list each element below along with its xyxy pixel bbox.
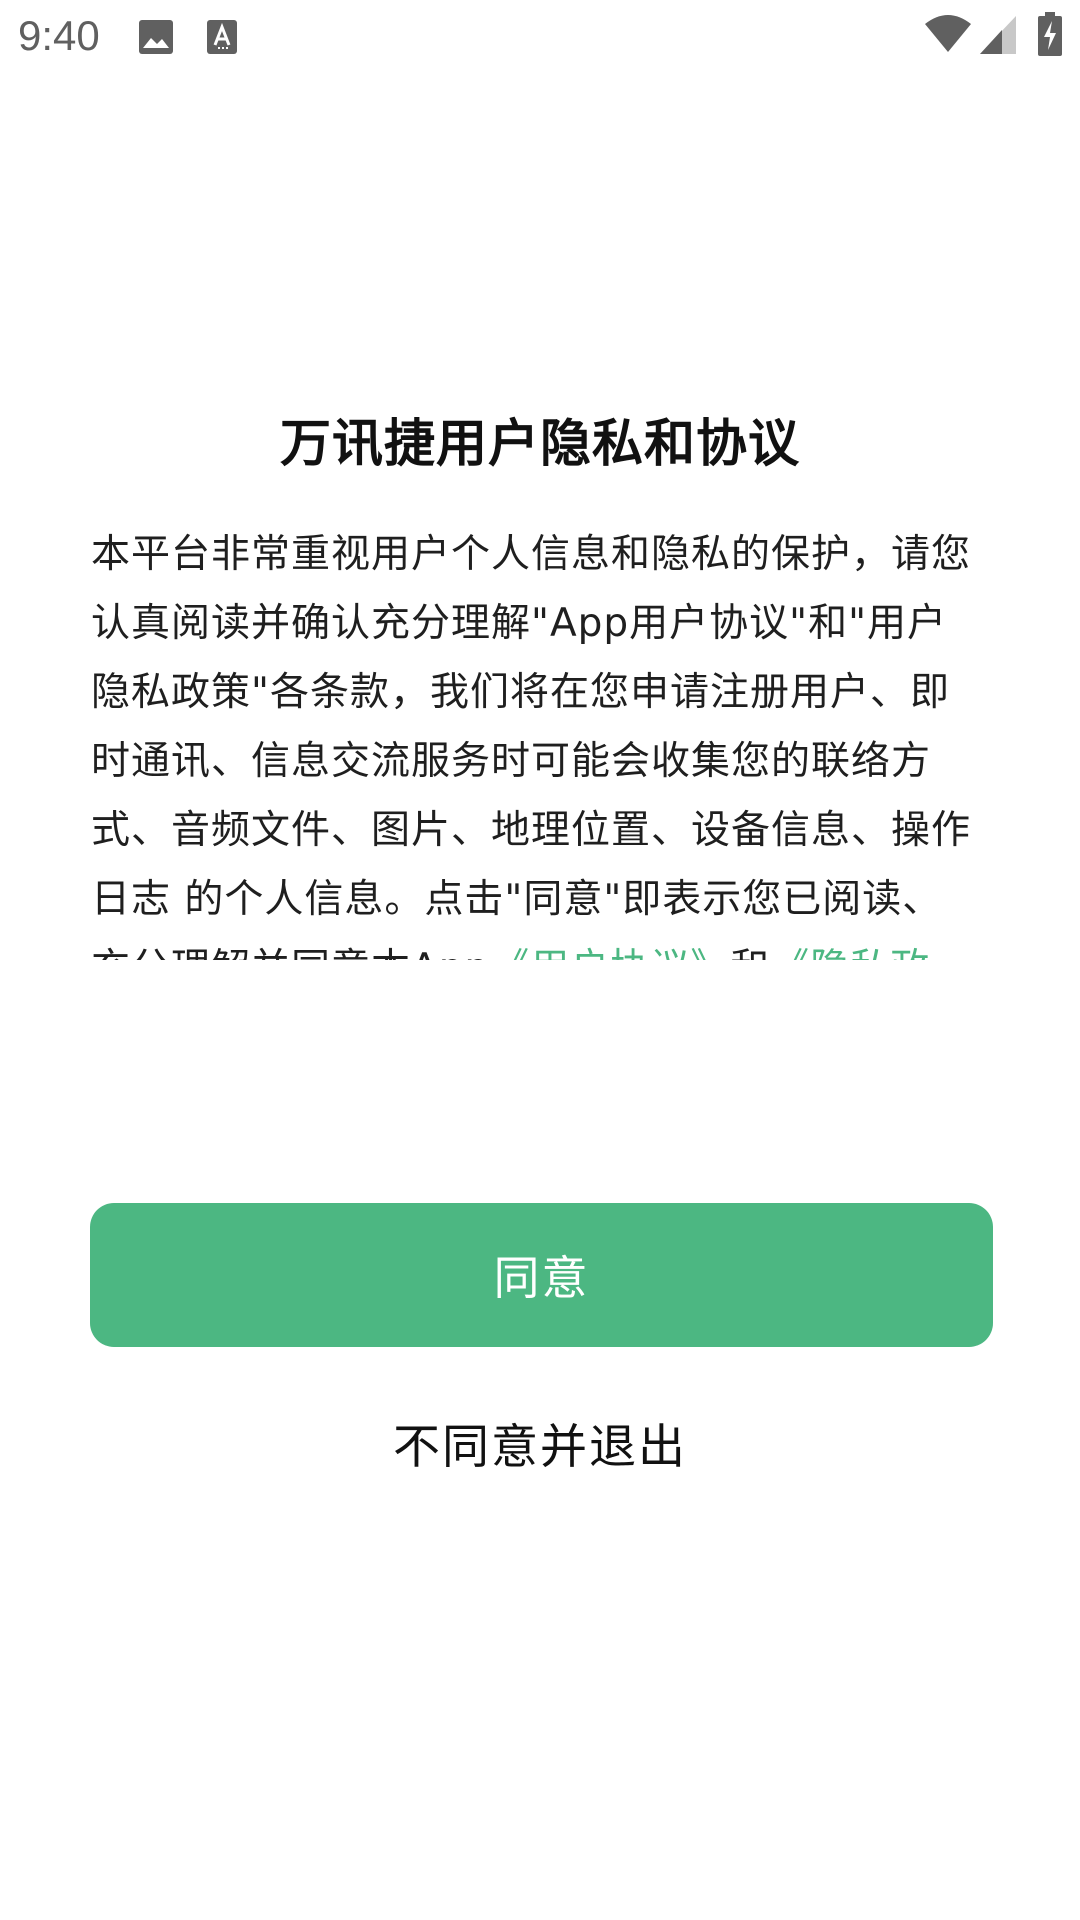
image-icon <box>138 19 174 59</box>
wifi-icon <box>925 14 971 58</box>
user-agreement-link[interactable]: 《用户协议》 <box>490 946 730 960</box>
agree-button[interactable]: 同意 <box>90 1203 993 1347</box>
status-bar: 9:40 <box>0 0 1080 72</box>
dialog-title: 万讯捷用户隐私和协议 <box>279 415 800 474</box>
text-accessibility-icon <box>206 19 238 59</box>
battery-charging-icon <box>1038 12 1062 60</box>
status-time: 9:40 <box>18 12 100 59</box>
agreement-body-scroll[interactable]: 本平台非常重视用户个人信息和隐私的保护，请您认真阅读并确认充分理解"App用户协… <box>91 520 981 960</box>
agreement-body-and: 和 <box>730 946 770 960</box>
agreement-body-part1: 本平台非常重视用户个人信息和隐私的保护，请您认真阅读并确认充分理解"App用户协… <box>91 532 972 960</box>
privacy-consent-screen: 9:40 万讯捷用户隐私和协议 本平台非常重视用户个人信息和隐私的保护，请您认真… <box>0 0 1080 1920</box>
agreement-body-text: 本平台非常重视用户个人信息和隐私的保护，请您认真阅读并确认充分理解"App用户协… <box>91 520 981 960</box>
disagree-exit-button[interactable]: 不同意并退出 <box>0 1408 1080 1477</box>
signal-icon <box>980 16 1016 58</box>
